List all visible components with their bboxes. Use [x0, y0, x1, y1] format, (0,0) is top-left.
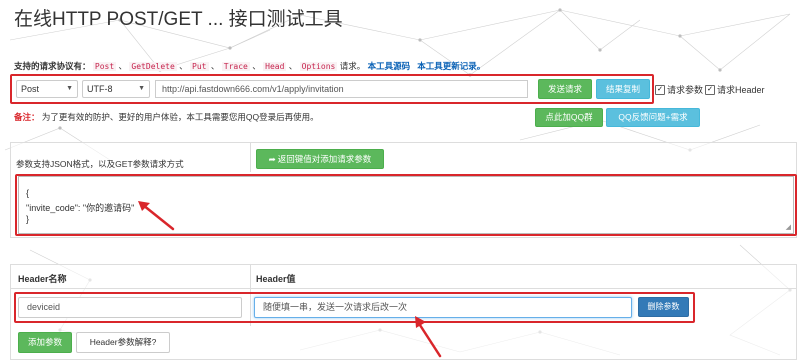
protocols-label: 支持的请求协议有： — [14, 61, 91, 71]
request-row-highlight — [10, 74, 654, 104]
request-params-checkbox[interactable]: ✓ 请求参数 — [655, 83, 703, 96]
separator: 、 — [179, 61, 188, 71]
json-highlight — [15, 174, 797, 236]
method-head: Head — [263, 62, 287, 71]
request-header-checkbox[interactable]: ✓ 请求Header — [705, 83, 765, 96]
method-options: Options — [299, 62, 338, 71]
method-trace: Trace — [221, 62, 250, 71]
annotation-arrow-header — [415, 316, 442, 358]
params-hint: 参数支持JSON格式，以及GET参数请求方式 — [16, 159, 184, 169]
separator: 、 — [288, 61, 298, 71]
request-params-label: 请求参数 — [667, 85, 704, 95]
separator: 、 — [118, 61, 128, 71]
method-getdelete: GetDelete — [129, 62, 177, 71]
request-header-label: 请求Header — [717, 85, 765, 95]
separator: 、 — [210, 61, 220, 71]
header-explain-button[interactable]: Header参数解释? — [76, 332, 170, 353]
protocols-suffix: 请求。 — [339, 61, 366, 71]
join-qq-group-button[interactable]: 点此加QQ群 — [535, 108, 603, 127]
source-code-link[interactable]: 本工具源码 — [368, 61, 411, 71]
separator: 、 — [252, 61, 261, 71]
method-post: Post — [92, 62, 117, 71]
checkbox-checked-icon: ✓ — [705, 84, 715, 95]
header-row-divider — [10, 288, 797, 289]
notice-text: 为了更有效的防护、更好的用户体验，本工具需要您用QQ登录后再使用。 — [41, 112, 319, 122]
changelog-link[interactable]: 本工具更新记录。 — [417, 61, 485, 71]
method-put: Put — [190, 62, 209, 71]
return-keyvalue-label: 返回键值对添加请求参数 — [277, 153, 372, 164]
header-value-column: Header值 — [256, 274, 296, 284]
header-row-highlight — [14, 292, 695, 323]
annotation-arrow-json — [138, 201, 175, 231]
page-title: 在线HTTP POST/GET ... 接口测试工具 — [14, 9, 343, 30]
notice-label: 备注： — [14, 112, 40, 122]
params-divider — [250, 142, 251, 172]
share-arrow-icon: ➦ — [268, 153, 276, 164]
qq-feedback-button[interactable]: QQ反馈问题+需求 — [606, 108, 700, 127]
add-param-button[interactable]: 添加参数 — [18, 332, 72, 353]
supported-protocols-line: 支持的请求协议有： Post 、 GetDelete 、 Put 、 Trace… — [14, 60, 485, 72]
checkbox-checked-icon: ✓ — [655, 84, 665, 95]
notice-line: 备注： 为了更有效的防护、更好的用户体验，本工具需要您用QQ登录后再使用。 — [14, 111, 319, 123]
return-keyvalue-button[interactable]: ➦ 返回键值对添加请求参数 — [256, 149, 384, 169]
header-name-column: Header名称 — [18, 274, 67, 284]
